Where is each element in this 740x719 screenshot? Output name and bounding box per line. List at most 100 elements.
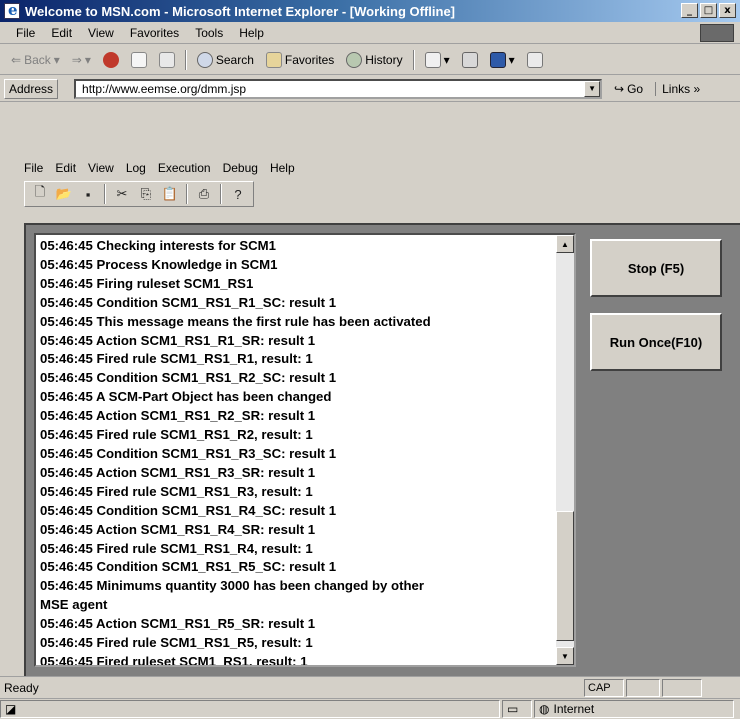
app-menu-help[interactable]: Help — [264, 161, 301, 175]
search-label: Search — [215, 52, 254, 67]
menu-view[interactable]: View — [80, 26, 122, 40]
ie-menubar: File Edit View Favorites Tools Help — [0, 22, 740, 44]
log-line: 05:46:45 Action SCM1_RS1_R4_SR: result 1 — [40, 521, 316, 537]
forward-arrow-icon: ⇒ — [71, 52, 82, 67]
maximize-button[interactable]: □ — [700, 3, 717, 18]
menu-help[interactable]: Help — [231, 26, 272, 40]
chevron-down-icon: ▾ — [508, 52, 515, 67]
open-icon[interactable]: 📂 — [53, 184, 75, 204]
discuss-icon — [526, 51, 543, 68]
menu-edit[interactable]: Edit — [43, 26, 80, 40]
cut-icon[interactable]: ✂ — [111, 184, 133, 204]
log-scrollbar[interactable]: ▲ ▼ — [556, 235, 574, 665]
ie-toolbar: ⇐ Back ▾ ⇒ ▾ Search Favorites History ▾ … — [0, 45, 740, 75]
log-line: 05:46:45 Action SCM1_RS1_R5_SR: result 1 — [40, 616, 316, 632]
app-toolbar: 🗋 📂 ▪ ✂ ⎘ 📋 ⎙ ? — [24, 181, 254, 207]
mail-button[interactable]: ▾ — [420, 50, 455, 70]
search-button[interactable]: Search — [192, 50, 259, 70]
log-line: 05:46:45 Fired ruleset SCM1_RS1, result:… — [40, 653, 308, 667]
log-line: 05:46:45 Action SCM1_RS1_R2_SR: result 1 — [40, 408, 316, 424]
print-button[interactable] — [457, 50, 483, 70]
mail-icon — [424, 51, 441, 68]
address-label: Address — [4, 78, 59, 99]
ie-status-main: ◪ — [0, 700, 500, 718]
print-icon[interactable]: ⎙ — [193, 184, 215, 204]
new-icon[interactable]: 🗋 — [29, 184, 51, 204]
toolbar-separator — [220, 184, 222, 204]
go-arrow-icon: ↪ — [614, 81, 625, 96]
security-zone: ◍ Internet — [534, 700, 734, 718]
favorites-icon — [265, 51, 282, 68]
ie-icon — [4, 1, 20, 19]
stop-icon — [102, 51, 119, 68]
toolbar-separator — [184, 49, 187, 70]
log-line: 05:46:45 Condition SCM1_RS1_R4_SC: resul… — [40, 502, 337, 518]
back-button[interactable]: ⇐ Back ▾ — [6, 51, 65, 69]
chevron-down-icon: ▾ — [443, 52, 450, 67]
app-menu-log[interactable]: Log — [120, 161, 152, 175]
home-icon — [158, 51, 175, 68]
log-line: 05:46:45 Fired rule SCM1_RS1_R2, result:… — [40, 427, 313, 443]
log-line: 05:46:45 Process Knowledge in SCM1 — [40, 256, 278, 272]
app-menu-file[interactable]: File — [18, 161, 49, 175]
search-icon — [196, 51, 213, 68]
log-line: 05:46:45 Fired rule SCM1_RS1_R3, result:… — [40, 483, 313, 499]
favorites-button[interactable]: Favorites — [261, 50, 339, 70]
app-menu-debug[interactable]: Debug — [217, 161, 264, 175]
edit-button[interactable]: ▾ — [485, 50, 520, 70]
log-line: 05:46:45 Fired rule SCM1_RS1_R4, result:… — [40, 540, 313, 556]
toolbar-separator — [412, 49, 415, 70]
help-icon[interactable]: ? — [227, 184, 249, 204]
stop-button[interactable] — [98, 50, 124, 70]
scroll-indicator — [662, 678, 702, 697]
status-text: Ready — [4, 680, 39, 695]
globe-icon: ◍ — [539, 702, 550, 716]
app-menu-view[interactable]: View — [82, 161, 120, 175]
menu-file[interactable]: File — [8, 26, 43, 40]
chevron-down-icon[interactable]: ▼ — [584, 80, 601, 97]
log-line: 05:46:45 Condition SCM1_RS1_R2_SC: resul… — [40, 370, 337, 386]
stop-execution-button[interactable]: Stop (F5) — [590, 239, 722, 297]
log-line: 05:46:45 Minimums quantity 3000 has been… — [40, 578, 425, 594]
forward-button[interactable]: ⇒ ▾ — [67, 51, 96, 69]
refresh-button[interactable] — [126, 50, 152, 70]
copy-icon[interactable]: ⎘ — [135, 184, 157, 204]
app-menu-execution[interactable]: Execution — [152, 161, 217, 175]
page-content: File Edit View Log Execution Debug Help … — [0, 103, 740, 676]
app-menubar: File Edit View Log Execution Debug Help — [18, 161, 301, 175]
discuss-button[interactable] — [522, 50, 548, 70]
caps-indicator: CAP — [584, 678, 624, 697]
close-button[interactable]: x — [719, 3, 736, 18]
menu-favorites[interactable]: Favorites — [122, 26, 187, 40]
go-button[interactable]: ↪ Go — [608, 80, 649, 98]
log-line: 05:46:45 Action SCM1_RS1_R1_SR: result 1 — [40, 332, 316, 348]
app-menu-edit[interactable]: Edit — [49, 161, 82, 175]
scroll-thumb[interactable] — [556, 511, 574, 641]
save-icon[interactable]: ▪ — [77, 184, 99, 204]
log-line: 05:46:45 Firing ruleset SCM1_RS1 — [40, 275, 254, 291]
favorites-label: Favorites — [284, 52, 335, 67]
log-textarea[interactable]: 05:46:45 Checking interests for SCM1 05:… — [34, 233, 576, 667]
chevron-down-icon: ▾ — [53, 52, 60, 67]
minimize-button[interactable]: _ — [681, 3, 698, 18]
ie-statusbar: ◪ ▭ ◍ Internet — [0, 698, 740, 719]
home-button[interactable] — [154, 50, 180, 70]
toolbar-separator — [186, 184, 188, 204]
back-label: Back — [24, 52, 51, 67]
window-titlebar[interactable]: Welcome to MSN.com - Microsoft Internet … — [0, 0, 740, 22]
log-line: 05:46:45 Action SCM1_RS1_R3_SR: result 1 — [40, 464, 316, 480]
history-button[interactable]: History — [341, 50, 407, 70]
paste-icon[interactable]: 📋 — [159, 184, 181, 204]
run-once-button[interactable]: Run Once(F10) — [590, 313, 722, 371]
scroll-down-icon[interactable]: ▼ — [556, 647, 574, 665]
execution-panel: 05:46:45 Checking interests for SCM1 05:… — [24, 223, 740, 676]
scroll-up-icon[interactable]: ▲ — [556, 235, 574, 253]
zone-label: Internet — [553, 702, 595, 716]
links-button[interactable]: Links » — [655, 81, 700, 96]
menu-tools[interactable]: Tools — [187, 26, 231, 40]
windows-logo-icon — [700, 24, 734, 42]
address-input[interactable]: http://www.eemse.org/dmm.jsp ▼ — [74, 78, 603, 99]
app-statusbar: Ready CAP — [0, 676, 740, 698]
go-label: Go — [627, 81, 644, 96]
log-line: 05:46:45 This message means the first ru… — [40, 313, 431, 329]
